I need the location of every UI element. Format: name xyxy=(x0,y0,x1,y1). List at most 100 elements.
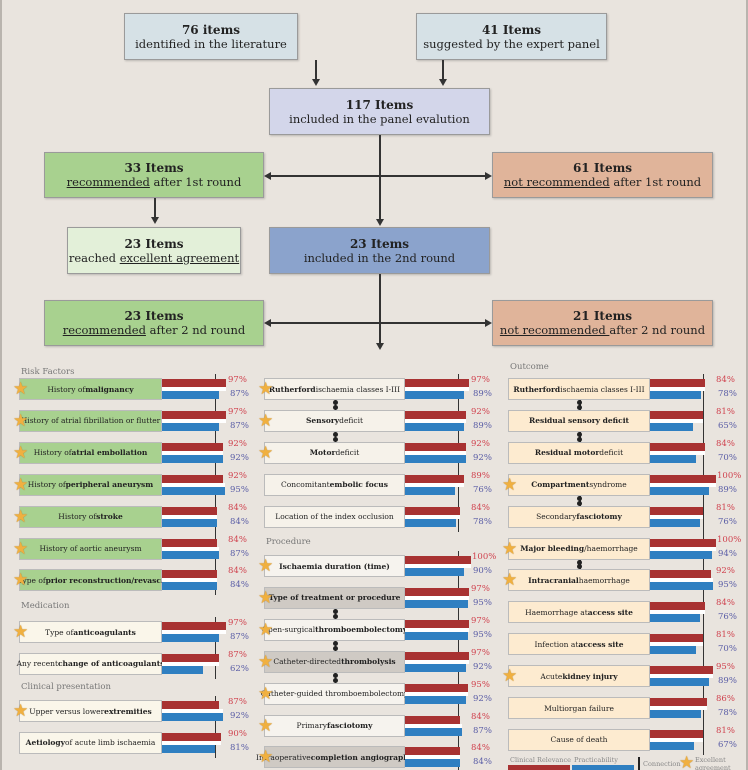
practicability-bar xyxy=(650,518,701,527)
item-label: Residual sensory deficit xyxy=(508,409,650,432)
item-row: Secondary fasciotomy 81% 76% xyxy=(508,503,746,528)
clinical-relevance-bar xyxy=(162,379,227,387)
clinical-relevance-bar xyxy=(405,379,470,387)
connector-line xyxy=(442,60,444,80)
connector-line xyxy=(315,60,317,80)
star-icon: ★ xyxy=(13,538,29,559)
item-row: Motor deficit 92% 92% ★ xyxy=(258,438,505,464)
item-label: Haemorrhage at access site xyxy=(508,601,650,624)
practicability-value: 81% xyxy=(230,742,249,753)
practicability-bar xyxy=(162,744,216,753)
label-bold: access site xyxy=(587,607,633,617)
practicability-value: 92% xyxy=(230,452,249,463)
practicability-value: 78% xyxy=(718,389,737,399)
clinical-relevance-value: 84% xyxy=(228,566,247,577)
clinical-relevance-bar xyxy=(650,602,706,611)
label-text: History of atrial fibrillation or flutte… xyxy=(20,416,161,426)
practicability-value: 92% xyxy=(473,661,492,672)
clinical-relevance-value: 97% xyxy=(471,375,490,385)
label-text: deficit xyxy=(599,448,624,458)
item-row: Sensory deficit 92% 89% ★ xyxy=(258,407,505,432)
label: recommended after 1st round xyxy=(45,175,263,189)
practicability-value: 90% xyxy=(473,566,492,576)
label-text: Cause of death xyxy=(550,735,608,745)
clinical-relevance-value: 84% xyxy=(471,743,490,754)
clinical-relevance-bar xyxy=(162,570,218,579)
item-label: Catheter-directed thrombolysis xyxy=(264,650,405,673)
connector-line xyxy=(379,135,381,219)
practicability-bar xyxy=(162,582,218,591)
item-label: Sensory deficit xyxy=(264,409,405,432)
practicability-bar xyxy=(650,486,709,495)
label-text: Upper versus lower xyxy=(29,706,105,716)
item-label: Cause of death xyxy=(508,728,650,751)
label-text: History of xyxy=(27,480,66,490)
label-text: Concomitant xyxy=(281,480,330,490)
clinical-relevance-value: 84% xyxy=(228,502,247,513)
item-label: History of atrial fibrillation or flutte… xyxy=(19,409,162,432)
item-label: Acute kidney injury xyxy=(508,665,650,688)
star-icon: ★ xyxy=(502,666,518,687)
clinical-relevance-bar xyxy=(162,732,222,741)
count: 76 items xyxy=(181,22,241,37)
clinical-relevance-bar xyxy=(405,683,468,692)
clinical-relevance-bar xyxy=(650,379,706,387)
item-label: Concomitant embolic focus xyxy=(264,473,405,496)
star-icon: ★ xyxy=(502,474,518,495)
label: not recommended after 1st round xyxy=(493,175,712,189)
clinical-relevance-bar xyxy=(162,506,218,515)
practicability-value: 67% xyxy=(718,739,737,750)
practicability-value: 87% xyxy=(230,548,249,559)
practicability-value: 87% xyxy=(473,725,492,736)
practicability-bar xyxy=(405,631,468,640)
clinical-relevance-value: 97% xyxy=(471,647,490,658)
item-label: Motor deficit xyxy=(264,441,405,464)
label-bold: prior reconstruction/revasc. xyxy=(45,575,164,585)
label-bold: access site xyxy=(578,639,624,649)
connection-dot-icon xyxy=(577,495,582,501)
item-label: Intracranial haemorrhage xyxy=(508,569,650,592)
item-row: Type of anticoagulants 97% 87% ★ xyxy=(13,618,262,643)
label-bold: change of anticoagulants xyxy=(57,659,165,669)
arrow-head xyxy=(485,172,492,180)
item-row: Open-surgical thromboembolectomy 97% 95% ★ xyxy=(258,615,505,641)
practicability-value: 76% xyxy=(718,516,737,527)
practicability-bar xyxy=(405,518,457,527)
label-underlined: recommended xyxy=(62,323,146,337)
star-icon: ★ xyxy=(13,410,29,431)
practicability-bar xyxy=(162,518,218,527)
label-text: Infection at xyxy=(534,639,579,649)
arrow-head xyxy=(264,319,271,327)
label-bold: anticoagulants xyxy=(73,627,136,637)
clinical-relevance-bar xyxy=(650,538,716,547)
item-row: Any recent change of anticoagulants 87% 62… xyxy=(17,650,262,675)
item-row: History of atrial embollation 92% 92% ★ xyxy=(13,439,262,464)
clinical-relevance-value: 92% xyxy=(471,438,490,449)
practicability-bar xyxy=(650,422,693,431)
clinical-relevance-value: 100% xyxy=(472,552,497,562)
flowchart-page: 76 items identified in the literature 41 … xyxy=(0,0,748,770)
legend-excellent-label: Excellent agreement xyxy=(695,756,731,770)
connector-line xyxy=(271,322,485,324)
practicability-bar xyxy=(405,695,466,704)
label-text: Haemorrhage at xyxy=(525,607,588,617)
label-bold: completion angiography xyxy=(310,752,414,762)
star-icon: ★ xyxy=(13,442,29,463)
practicability-value: 70% xyxy=(718,644,737,655)
item-row: Major bleeding/haemorrhage 100% 94% ★ xyxy=(502,535,746,560)
item-label: Intraoperative completion angiography xyxy=(256,746,413,769)
star-icon: ★ xyxy=(13,474,29,495)
label-text: haemorrhage xyxy=(578,575,630,585)
clinical-relevance-bar xyxy=(162,622,227,630)
label: included in the panel evalution xyxy=(289,111,470,126)
clinical-relevance-bar xyxy=(650,729,704,738)
label-rest: after 2 nd round xyxy=(145,323,246,337)
star-icon: ★ xyxy=(258,683,274,704)
clinical-relevance-value: 97% xyxy=(471,615,490,626)
arrow-head xyxy=(264,172,271,180)
legend-practicability-label: Practicability xyxy=(574,756,618,764)
item-row: History of aortic aneurysm 84% 87% ★ xyxy=(13,535,262,560)
practicability-value: 95% xyxy=(473,629,492,640)
arrow-head xyxy=(376,219,384,226)
item-label: Type of treatment or procedure xyxy=(264,586,405,609)
